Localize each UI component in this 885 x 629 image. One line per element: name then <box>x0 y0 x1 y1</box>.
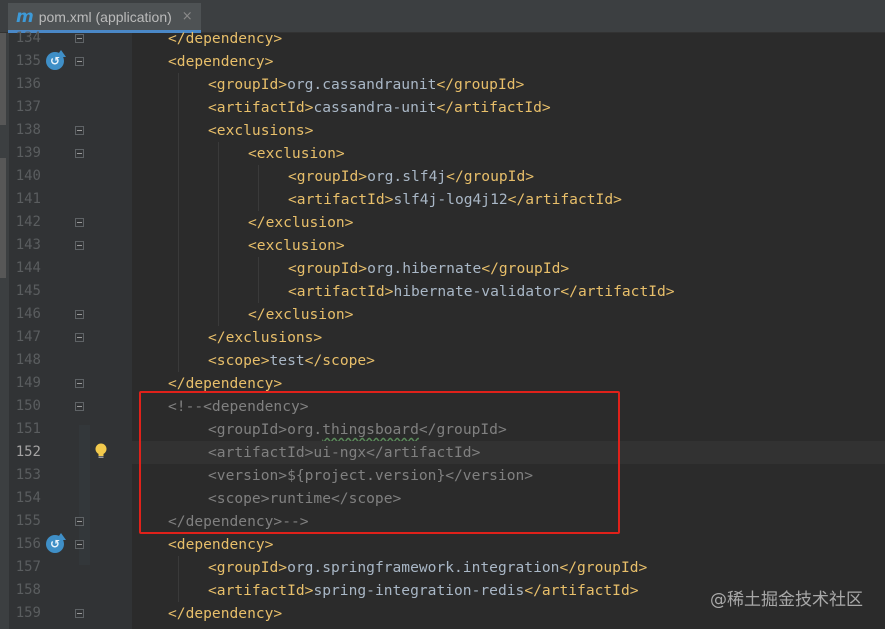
line-number: 150 <box>15 398 41 414</box>
line-number: 148 <box>15 352 41 368</box>
line-number: 139 <box>15 145 41 161</box>
fold-toggle-icon[interactable] <box>75 218 84 227</box>
code-text: </dependency> <box>168 605 283 622</box>
code-text: <exclusion> <box>248 145 345 162</box>
line-number: 154 <box>15 490 41 506</box>
code-text: <scope>test</scope> <box>208 352 375 369</box>
code-line[interactable]: 148 <scope>test</scope> <box>0 349 885 372</box>
code-line[interactable]: 136 <groupId>org.cassandraunit</groupId> <box>0 73 885 96</box>
line-number: 152 <box>15 444 41 460</box>
code-line[interactable]: 139 <exclusion> <box>0 142 885 165</box>
code-text: <exclusion> <box>248 237 345 254</box>
fold-toggle-icon[interactable] <box>75 540 84 549</box>
code-line[interactable]: 140 <groupId>org.slf4j</groupId> <box>0 165 885 188</box>
highlight-annotation-box <box>139 391 620 534</box>
code-line[interactable]: 135 <dependency> ↺ <box>0 50 885 73</box>
maven-m-icon: m <box>16 6 34 27</box>
lightbulb-icon[interactable] <box>94 442 108 462</box>
code-text: <exclusions> <box>208 122 314 139</box>
code-line[interactable]: 146 </exclusion> <box>0 303 885 326</box>
code-text: <artifactId>hibernate-validator</artifac… <box>288 283 675 300</box>
watermark: @稀土掘金技术社区 <box>710 590 863 610</box>
line-number: 137 <box>15 99 41 115</box>
line-number: 155 <box>15 513 41 529</box>
code-line[interactable]: 144 <groupId>org.hibernate</groupId> <box>0 257 885 280</box>
line-number: 158 <box>15 582 41 598</box>
override-icon[interactable]: ↺ <box>46 50 66 70</box>
line-number: 140 <box>15 168 41 184</box>
code-text: <artifactId>slf4j-log4j12</artifactId> <box>288 191 622 208</box>
fold-toggle-icon[interactable] <box>75 241 84 250</box>
code-line[interactable]: 138 <exclusions> <box>0 119 885 142</box>
line-number: 159 <box>15 605 41 621</box>
fold-toggle-icon[interactable] <box>75 57 84 66</box>
line-number: 157 <box>15 559 41 575</box>
code-text: <artifactId>spring-integration-redis</ar… <box>208 582 639 599</box>
line-number: 153 <box>15 467 41 483</box>
indent-guide <box>178 556 179 602</box>
code-line[interactable]: 145 <artifactId>hibernate-validator</arti… <box>0 280 885 303</box>
line-number: 138 <box>15 122 41 138</box>
code-text: <groupId>org.slf4j</groupId> <box>288 168 535 185</box>
code-line[interactable]: 143 <exclusion> <box>0 234 885 257</box>
fold-toggle-icon[interactable] <box>75 310 84 319</box>
fold-toggle-icon[interactable] <box>75 149 84 158</box>
code-text: </dependency> <box>168 30 283 47</box>
fold-toggle-icon[interactable] <box>75 402 84 411</box>
line-number: 136 <box>15 76 41 92</box>
fold-toggle-icon[interactable] <box>75 34 84 43</box>
close-icon[interactable]: × <box>182 9 193 24</box>
code-line[interactable]: 134 </dependency> <box>0 27 885 50</box>
code-line[interactable]: 147 </exclusions> <box>0 326 885 349</box>
indent-guide <box>258 257 259 303</box>
line-number: 146 <box>15 306 41 322</box>
code-text: <artifactId>cassandra-unit</artifactId> <box>208 99 551 116</box>
line-number: 135 <box>15 53 41 69</box>
code-text: <dependency> <box>168 536 274 553</box>
fold-toggle-icon[interactable] <box>75 126 84 135</box>
code-text: <groupId>org.hibernate</groupId> <box>288 260 570 277</box>
line-number: 147 <box>15 329 41 345</box>
code-text: <dependency> <box>168 53 274 70</box>
fold-toggle-icon[interactable] <box>75 609 84 618</box>
code-line[interactable]: 137 <artifactId>cassandra-unit</artifactI… <box>0 96 885 119</box>
override-icon[interactable]: ↺ <box>46 533 66 553</box>
line-number: 145 <box>15 283 41 299</box>
fold-toggle-icon[interactable] <box>75 379 84 388</box>
line-number: 142 <box>15 214 41 230</box>
code-text: </exclusion> <box>248 306 354 323</box>
line-number: 156 <box>15 536 41 552</box>
fold-toggle-icon[interactable] <box>75 517 84 526</box>
fold-toggle-icon[interactable] <box>75 333 84 342</box>
code-line[interactable]: 141 <artifactId>slf4j-log4j12</artifactId… <box>0 188 885 211</box>
indent-guide <box>218 142 219 326</box>
tab-label: pom.xml (application) <box>38 8 172 25</box>
code-text: <groupId>org.springframework.integration… <box>208 559 648 576</box>
code-text: </exclusion> <box>248 214 354 231</box>
line-number: 134 <box>15 30 41 46</box>
line-number: 149 <box>15 375 41 391</box>
line-number: 151 <box>15 421 41 437</box>
line-number: 143 <box>15 237 41 253</box>
code-text: </exclusions> <box>208 329 323 346</box>
indent-guide <box>178 73 179 372</box>
code-text: <groupId>org.cassandraunit</groupId> <box>208 76 525 93</box>
line-number: 141 <box>15 191 41 207</box>
code-line[interactable]: 156 <dependency> ↺ <box>0 533 885 556</box>
code-line[interactable]: 142 </exclusion> <box>0 211 885 234</box>
indent-guide <box>258 165 259 211</box>
code-line[interactable]: 157 <groupId>org.springframework.integrat… <box>0 556 885 579</box>
line-number: 144 <box>15 260 41 276</box>
